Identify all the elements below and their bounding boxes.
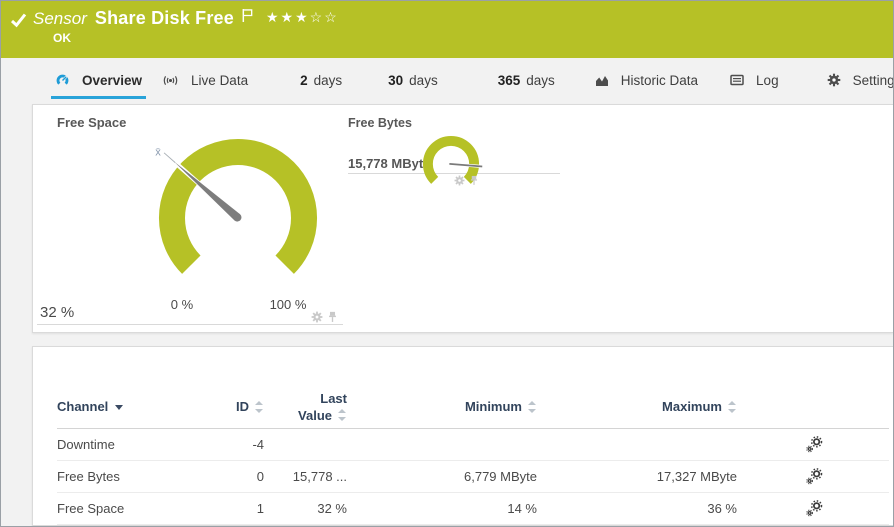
cell-minimum: 6,779 MByte [464,469,537,484]
free-space-gauge-widget: Free Space x̄ 0 % 100 % 32 % [37,111,343,325]
sort-icon [728,400,737,413]
sensor-title-line: Sensor Share Disk Free ★★★☆☆ [10,8,339,29]
sensor-name: Share Disk Free [94,8,234,28]
tab-overview[interactable]: Overview [50,64,147,99]
gauge-value: 32 % [40,304,75,321]
free-bytes-gauge [422,135,483,184]
channel-row-free-space[interactable]: Free Space 1 32 % 14 % 36 % [57,493,889,525]
cell-channel: Downtime [57,437,115,452]
sensor-status-badge: OK [53,31,71,45]
widget-controls [454,175,478,186]
sort-icon [338,409,347,421]
cell-last-value: 32 % [317,501,347,516]
prtg-sensor-page: Sensor Share Disk Free ★★★☆☆ OK Overview… [0,0,894,527]
log-icon [730,74,744,86]
gauge-scale-max: 100 % [269,297,307,312]
sort-icon [255,400,264,413]
settings-gear-icon [827,73,841,87]
average-marker: x̄ [155,147,161,159]
overview-gauge-icon [55,73,70,88]
priority-stars[interactable]: ★★★☆☆ [266,9,339,26]
free-space-gauge: x̄ [155,138,318,274]
free-bytes-gauge-widget: Free Bytes 15,778 MByte [348,113,560,174]
gauge-scale-min: 0 % [170,297,194,312]
header-id[interactable]: ID [212,399,264,414]
sort-icon [528,400,537,413]
star-filled-icon[interactable]: ★ [295,9,310,25]
sensor-kind-label: Sensor [33,8,87,28]
historic-data-icon [595,74,609,87]
channel-settings-icon[interactable] [806,468,823,485]
sorted-caret-icon [115,404,124,414]
gear-icon[interactable] [311,311,323,323]
channel-table: Channel ID Last Value Minimum Maximum Do… [57,385,889,525]
tab-live-data[interactable]: Live Data [162,64,248,96]
cell-id: 0 [256,469,264,484]
tab-2-days[interactable]: 2 days [300,64,342,96]
channel-settings-icon[interactable] [806,436,823,453]
gauges-panel: Free Space x̄ 0 % 100 % 32 % Free Bytes [32,104,893,333]
ok-check-icon [10,12,27,28]
flag-icon[interactable] [241,8,254,23]
channel-table-panel: Channel ID Last Value Minimum Maximum Do… [32,346,893,526]
cell-id: -4 [252,437,264,452]
cell-id: 1 [256,501,264,516]
header-maximum[interactable]: Maximum [537,399,737,414]
tab-log[interactable]: Log [730,64,779,96]
cell-maximum: 17,327 MByte [656,469,737,484]
tab-365-days[interactable]: 365 days [498,64,555,96]
channel-row-downtime[interactable]: Downtime -4 [57,429,889,461]
gear-icon[interactable] [454,175,465,186]
cell-last-value: 15,778 ... [292,469,347,484]
cell-channel: Free Bytes [57,469,120,484]
tab-historic-data[interactable]: Historic Data [595,64,698,96]
star-filled-icon[interactable]: ★ [266,9,281,25]
pin-icon[interactable] [328,311,337,323]
star-empty-icon[interactable]: ☆ [310,9,325,25]
pin-icon[interactable] [470,175,478,186]
gauge-title: Free Space [57,115,127,130]
tab-bar: Overview Live Data 2 days 30 days 365 days … [1,64,893,99]
tab-30-days[interactable]: 30 days [388,64,438,96]
channel-table-header: Channel ID Last Value Minimum Maximum [57,385,889,429]
live-data-icon [162,75,179,86]
channel-row-free-bytes[interactable]: Free Bytes 0 15,778 ... 6,779 MByte 17,3… [57,461,889,493]
widget-controls [311,311,337,323]
cell-channel: Free Space [57,501,125,516]
header-last-value[interactable]: Last Value [264,390,347,424]
sensor-header: Sensor Share Disk Free ★★★☆☆ OK [1,1,893,58]
cell-minimum: 14 % [507,501,537,516]
star-filled-icon[interactable]: ★ [281,9,296,25]
gauge-title: Free Bytes [348,116,412,130]
header-channel[interactable]: Channel [57,399,212,414]
channel-settings-icon[interactable] [806,500,823,517]
star-empty-icon[interactable]: ☆ [324,9,339,25]
header-minimum[interactable]: Minimum [347,399,537,414]
cell-maximum: 36 % [707,501,737,516]
tab-settings[interactable]: Settings [827,64,893,96]
